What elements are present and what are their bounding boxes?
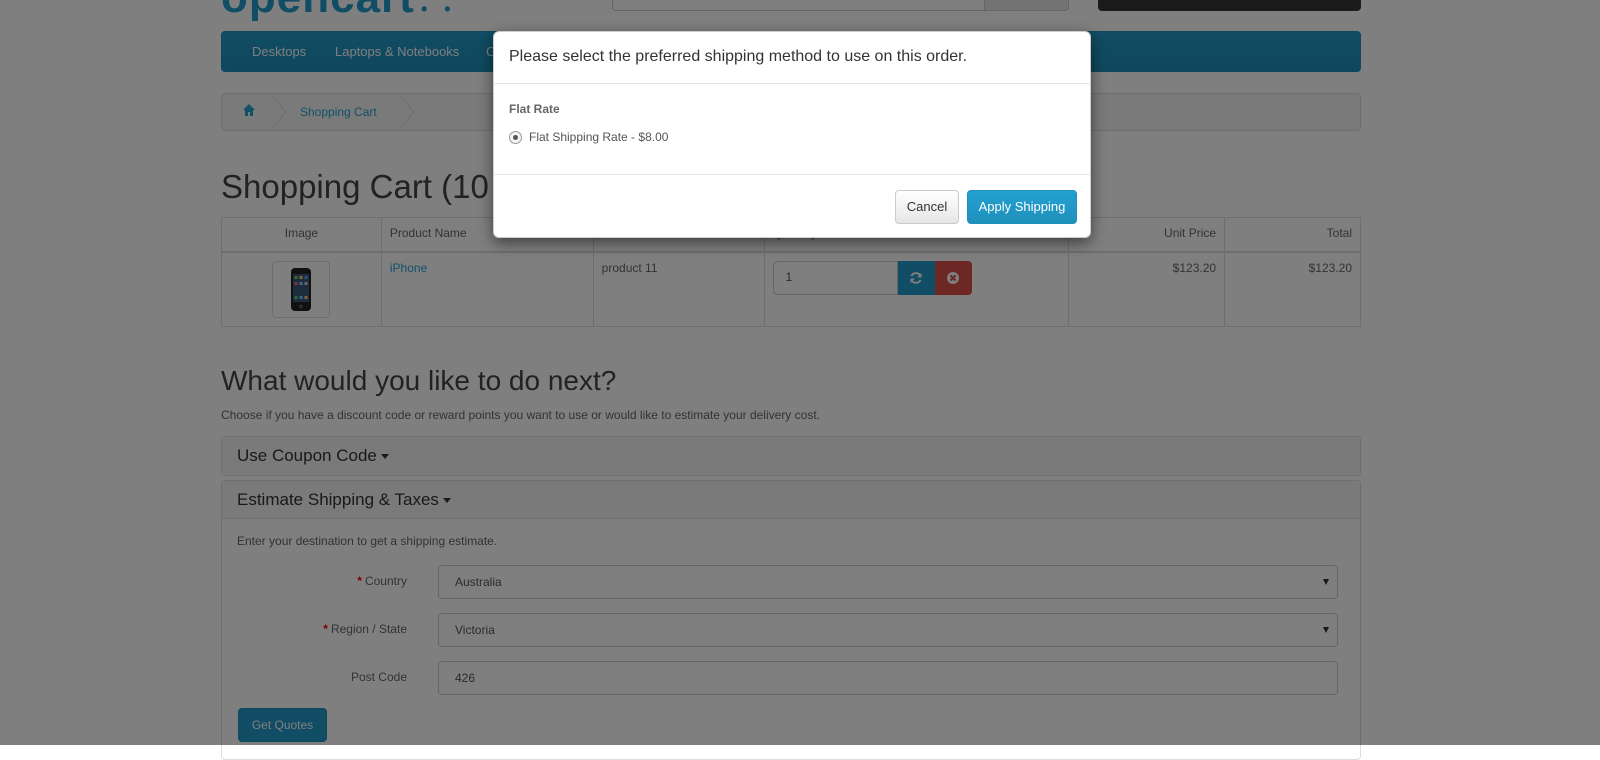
shipping-option-label[interactable]: Flat Shipping Rate - $8.00 — [529, 130, 668, 144]
modal-header: Please select the preferred shipping met… — [494, 32, 1090, 84]
shipping-group-title: Flat Rate — [509, 102, 560, 116]
shipping-option[interactable]: Flat Shipping Rate - $8.00 — [509, 130, 1075, 146]
shipping-method-modal: Please select the preferred shipping met… — [493, 31, 1091, 238]
modal-body: Flat Rate Flat Shipping Rate - $8.00 — [494, 84, 1090, 175]
apply-shipping-button[interactable]: Apply Shipping — [967, 190, 1077, 224]
cancel-button[interactable]: Cancel — [895, 190, 959, 224]
modal-footer: Cancel Apply Shipping — [494, 175, 1090, 238]
shipping-option-radio[interactable] — [509, 131, 522, 144]
modal-title: Please select the preferred shipping met… — [509, 48, 968, 65]
